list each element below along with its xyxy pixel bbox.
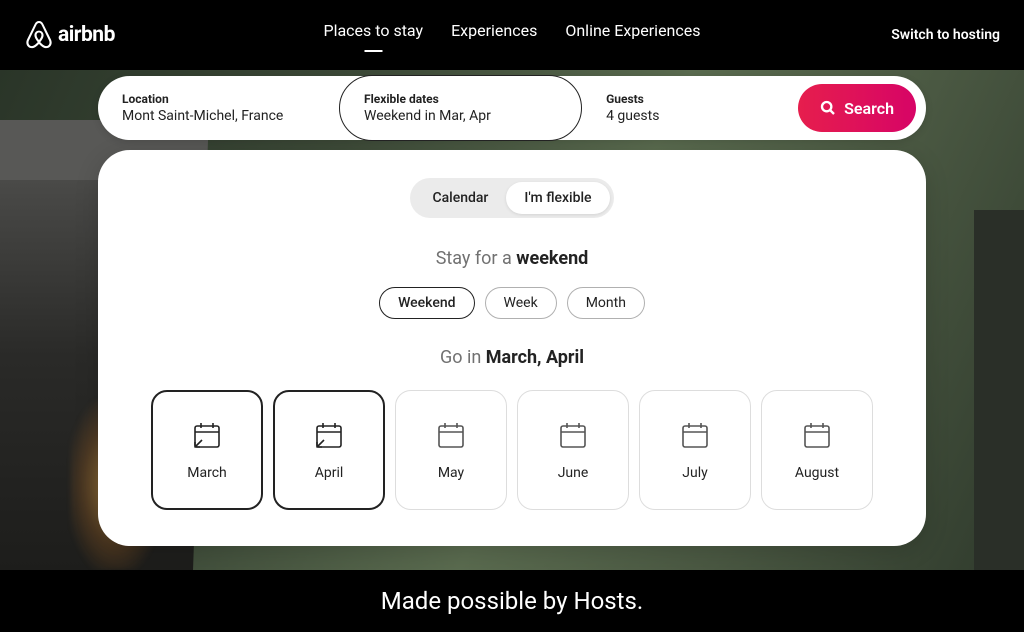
search-location-label: Location [122, 92, 315, 106]
hero-tagline: Made possible by Hosts. [0, 570, 1024, 632]
airbnb-logo-icon [24, 19, 54, 51]
go-in-heading: Go in March, April [130, 347, 894, 368]
month-may[interactable]: May [395, 390, 507, 510]
calendar-icon [801, 419, 833, 451]
search-icon [820, 100, 836, 116]
month-label: May [438, 465, 464, 481]
search-button-label: Search [844, 99, 894, 118]
calendar-icon [313, 419, 345, 451]
calendar-flexible-toggle: Calendar I'm flexible [410, 178, 613, 218]
search-dates-label: Flexible dates [364, 92, 557, 106]
go-in-prefix: Go in [440, 347, 486, 368]
search-location-cell[interactable]: Location Mont Saint-Michel, France [98, 76, 339, 140]
month-label: April [315, 465, 344, 481]
month-april[interactable]: April [273, 390, 385, 510]
nav-tab-experiences[interactable]: Experiences [451, 21, 537, 50]
month-label: March [187, 465, 227, 481]
month-label: August [795, 465, 839, 481]
nav-tab-online-experiences[interactable]: Online Experiences [565, 21, 700, 50]
stay-for-value: weekend [516, 248, 588, 269]
go-in-value: March, April [486, 347, 584, 368]
duration-month[interactable]: Month [567, 287, 645, 319]
calendar-icon [557, 419, 589, 451]
logo-text: airbnb [58, 23, 115, 47]
search-dates-value: Weekend in Mar, Apr [364, 108, 557, 124]
duration-week[interactable]: Week [485, 287, 557, 319]
month-july[interactable]: July [639, 390, 751, 510]
month-june[interactable]: June [517, 390, 629, 510]
month-label: July [682, 465, 707, 481]
duration-options: Weekend Week Month [130, 287, 894, 319]
search-guests-cell[interactable]: Guests 4 guests [582, 76, 794, 140]
toggle-calendar[interactable]: Calendar [414, 182, 506, 214]
nav-tabs: Places to stay Experiences Online Experi… [323, 21, 700, 50]
stay-for-prefix: Stay for a [436, 248, 517, 269]
logo[interactable]: airbnb [24, 19, 115, 51]
toggle-flexible[interactable]: I'm flexible [506, 182, 609, 214]
month-march[interactable]: March [151, 390, 263, 510]
calendar-icon [191, 419, 223, 451]
flexible-dates-panel: Calendar I'm flexible Stay for a weekend… [98, 150, 926, 546]
calendar-icon [679, 419, 711, 451]
search-guests-label: Guests [606, 92, 770, 106]
stay-for-heading: Stay for a weekend [130, 248, 894, 269]
months-row: March April May June July August [130, 390, 894, 510]
duration-weekend[interactable]: Weekend [379, 287, 474, 319]
month-august[interactable]: August [761, 390, 873, 510]
header: airbnb Places to stay Experiences Online… [0, 0, 1024, 70]
search-bar: Location Mont Saint-Michel, France Flexi… [98, 76, 926, 140]
nav-tab-places[interactable]: Places to stay [323, 21, 423, 50]
month-label: June [558, 465, 589, 481]
switch-to-hosting-link[interactable]: Switch to hosting [891, 27, 1000, 43]
search-location-value: Mont Saint-Michel, France [122, 108, 315, 124]
calendar-icon [435, 419, 467, 451]
search-guests-value: 4 guests [606, 108, 770, 124]
search-dates-cell[interactable]: Flexible dates Weekend in Mar, Apr [339, 75, 582, 141]
search-button[interactable]: Search [798, 84, 916, 132]
